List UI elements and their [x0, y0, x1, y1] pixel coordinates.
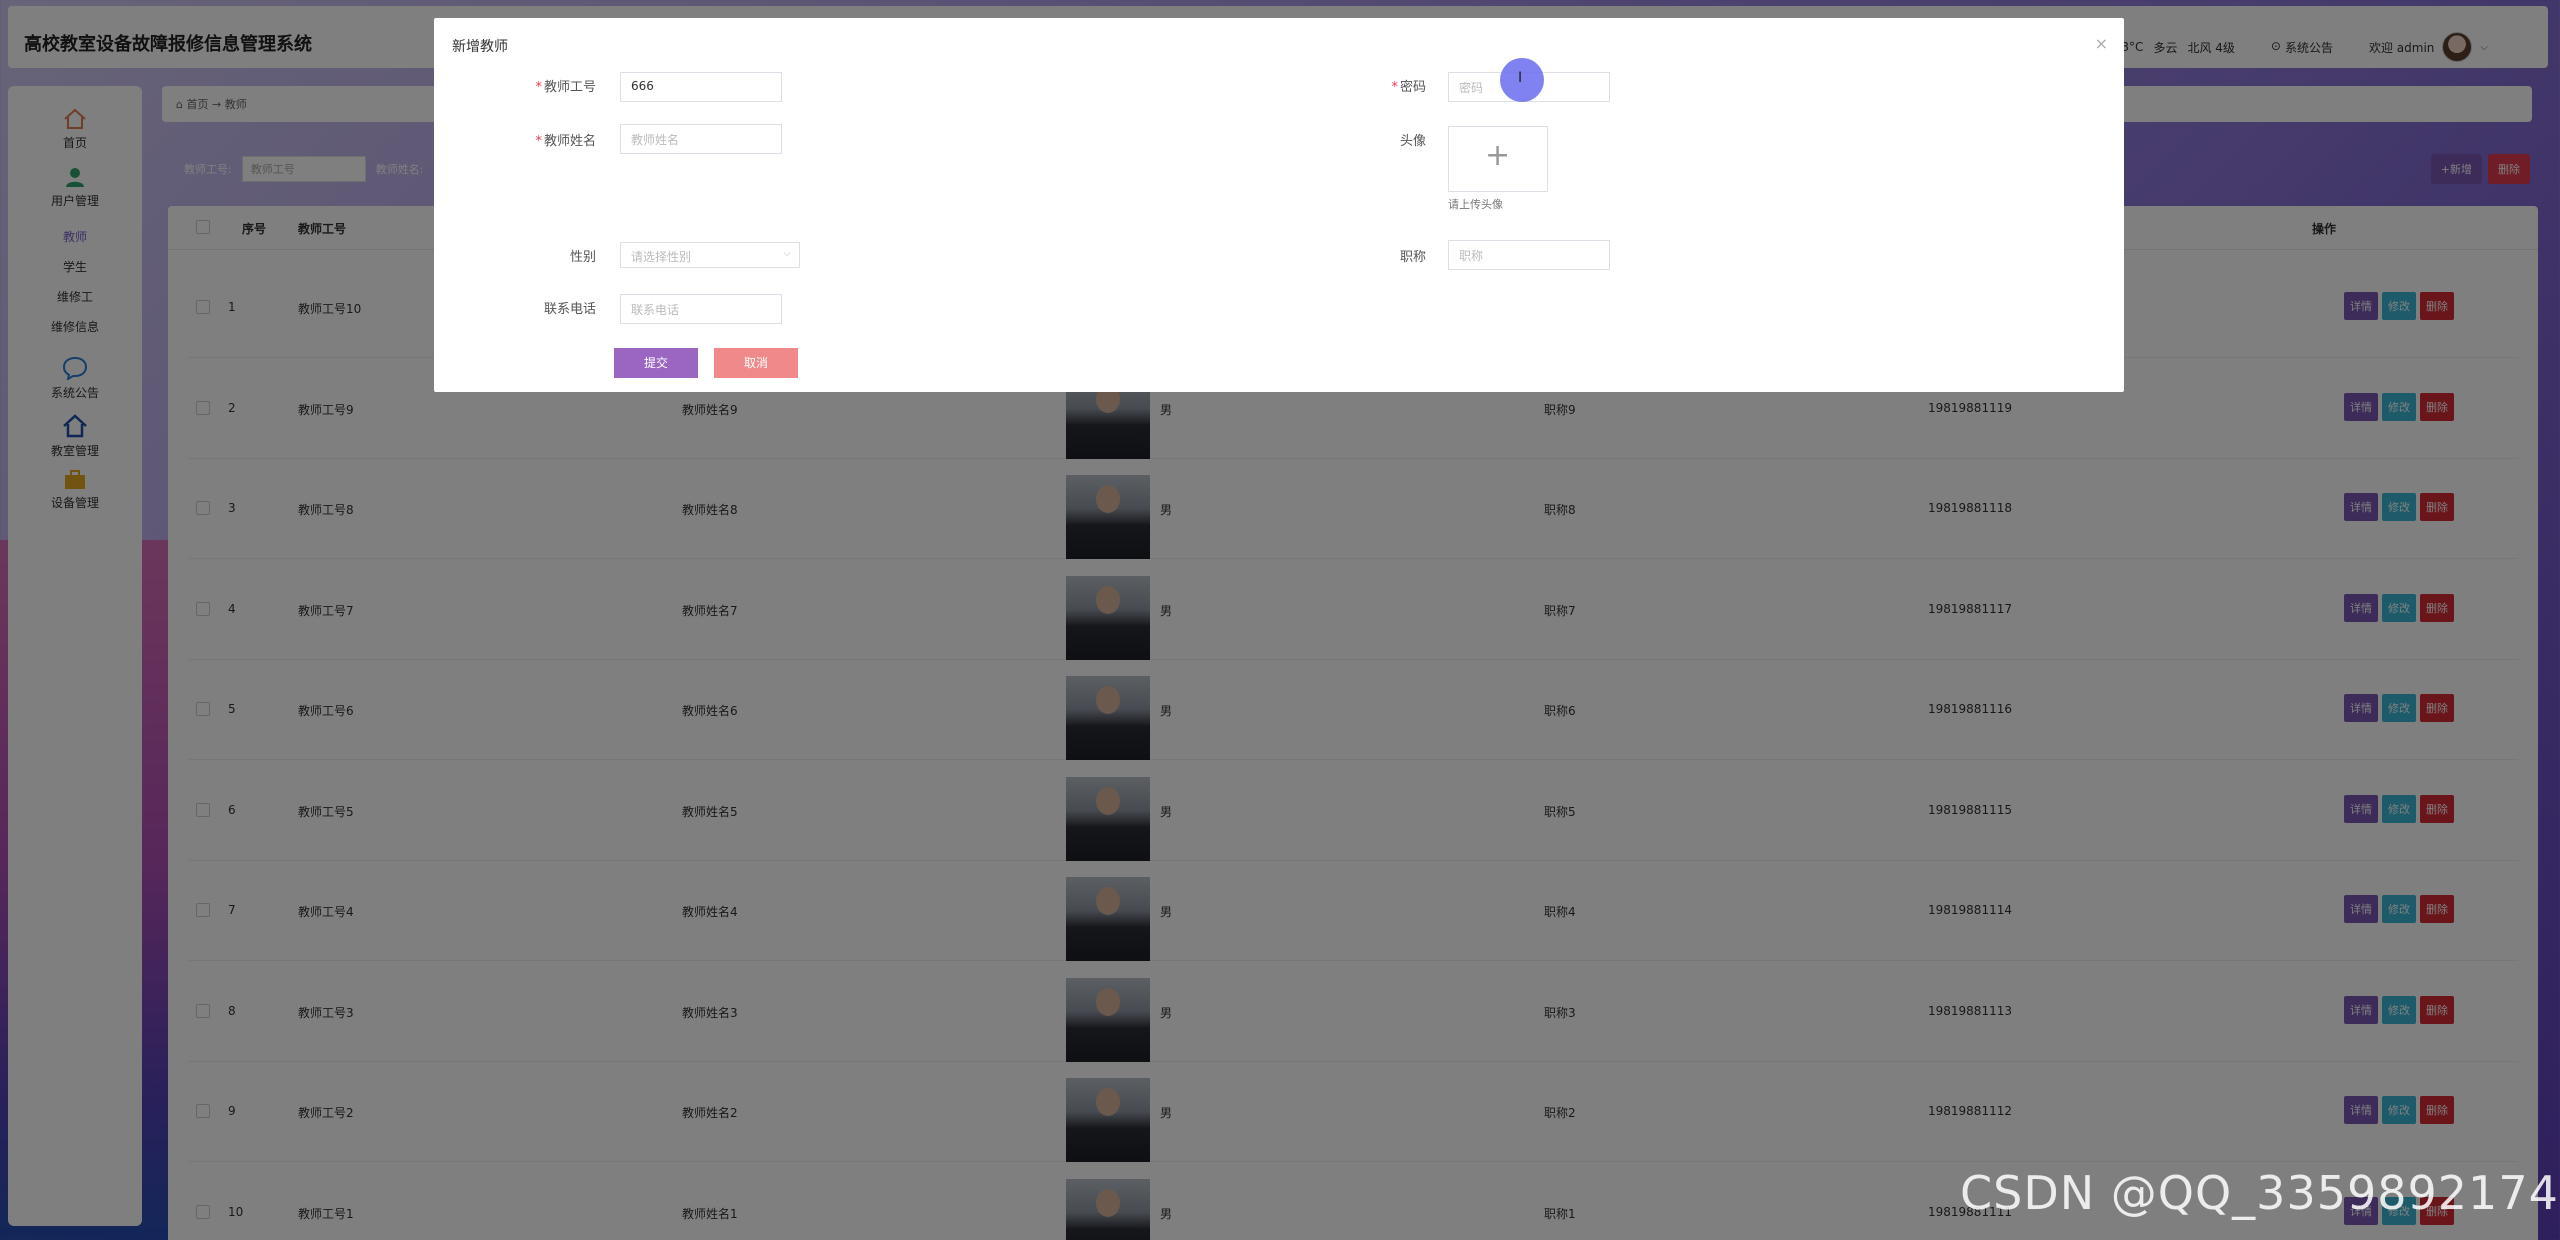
gender-select[interactable]: 请选择性别 ⌵	[620, 242, 800, 268]
avatar-label: 头像	[1399, 134, 1426, 149]
dialog-title: 新增教师	[452, 39, 508, 55]
add-teacher-dialog: 新增教师 × * 教师工号 666 * 密码 密码 * 教师姓名 教师姓名 头像 + …	[434, 18, 2124, 392]
title-field[interactable]: 职称	[1448, 240, 1610, 270]
teacher-name-label: * 教师姓名	[535, 134, 596, 149]
plus-icon: +	[1485, 138, 1511, 173]
teacher-id-label: * 教师工号	[535, 80, 596, 95]
submit-button[interactable]: 提交	[614, 348, 698, 378]
gender-label: 性别	[569, 250, 596, 265]
gender-select-placeholder: 请选择性别	[631, 250, 692, 264]
avatar-upload[interactable]: +	[1448, 126, 1548, 192]
teacher-id-field[interactable]: 666	[620, 72, 782, 102]
cancel-button[interactable]: 取消	[714, 348, 798, 378]
title-label: 职称	[1399, 250, 1426, 265]
watermark: CSDN @QQ_3359892174	[1960, 1166, 2559, 1220]
teacher-name-field[interactable]: 教师姓名	[620, 124, 782, 154]
avatar-upload-tip: 请上传头像	[1448, 198, 1503, 211]
close-icon[interactable]: ×	[2095, 34, 2108, 53]
text-cursor-icon: I	[1518, 70, 1523, 86]
chevron-down-icon: ⌵	[783, 248, 791, 259]
phone-field[interactable]: 联系电话	[620, 294, 782, 324]
password-label: * 密码	[1391, 80, 1426, 95]
phone-label: 联系电话	[543, 302, 596, 317]
